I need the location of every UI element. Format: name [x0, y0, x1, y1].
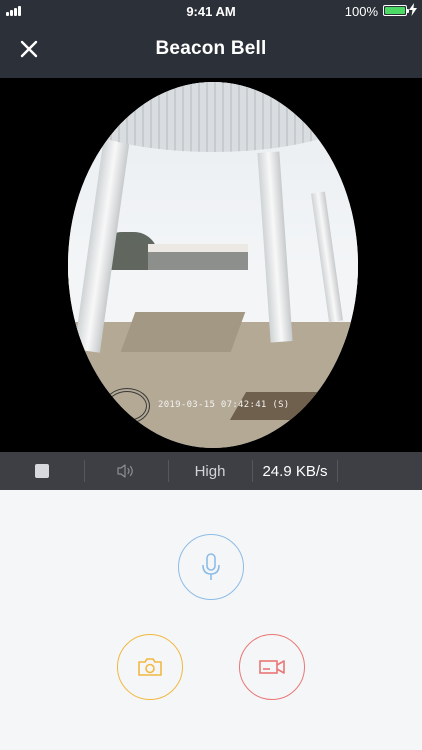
snapshot-button[interactable]	[117, 634, 183, 700]
video-control-bar: High 24.9 KB/s	[0, 452, 422, 490]
video-camera-icon	[259, 660, 285, 674]
charging-icon	[409, 3, 417, 16]
battery-percent: 100%	[344, 4, 378, 19]
video-timestamp: 2019-03-15 07:42:41 (S)	[158, 400, 290, 410]
stop-button[interactable]	[0, 452, 84, 490]
camera-feed[interactable]: 2019-03-15 07:42:41 (S)	[0, 78, 422, 452]
page-title: Beacon Bell	[155, 38, 267, 59]
battery-icon	[383, 5, 409, 16]
talk-button[interactable]	[178, 534, 244, 600]
speaker-icon	[117, 464, 133, 478]
record-button[interactable]	[239, 634, 305, 700]
mute-button[interactable]	[84, 452, 168, 490]
status-bar: 9:41 AM 100%	[0, 0, 422, 22]
header: 9:41 AM 100% Beacon Bell	[0, 0, 422, 78]
live-video-image: 2019-03-15 07:42:41 (S)	[68, 82, 358, 448]
quality-selector[interactable]: High	[168, 452, 252, 490]
stop-icon	[35, 464, 49, 478]
camera-icon	[138, 658, 162, 676]
action-panel	[0, 490, 422, 750]
microphone-icon	[202, 553, 220, 580]
bitrate-readout: 24.9 KB/s	[252, 452, 338, 490]
